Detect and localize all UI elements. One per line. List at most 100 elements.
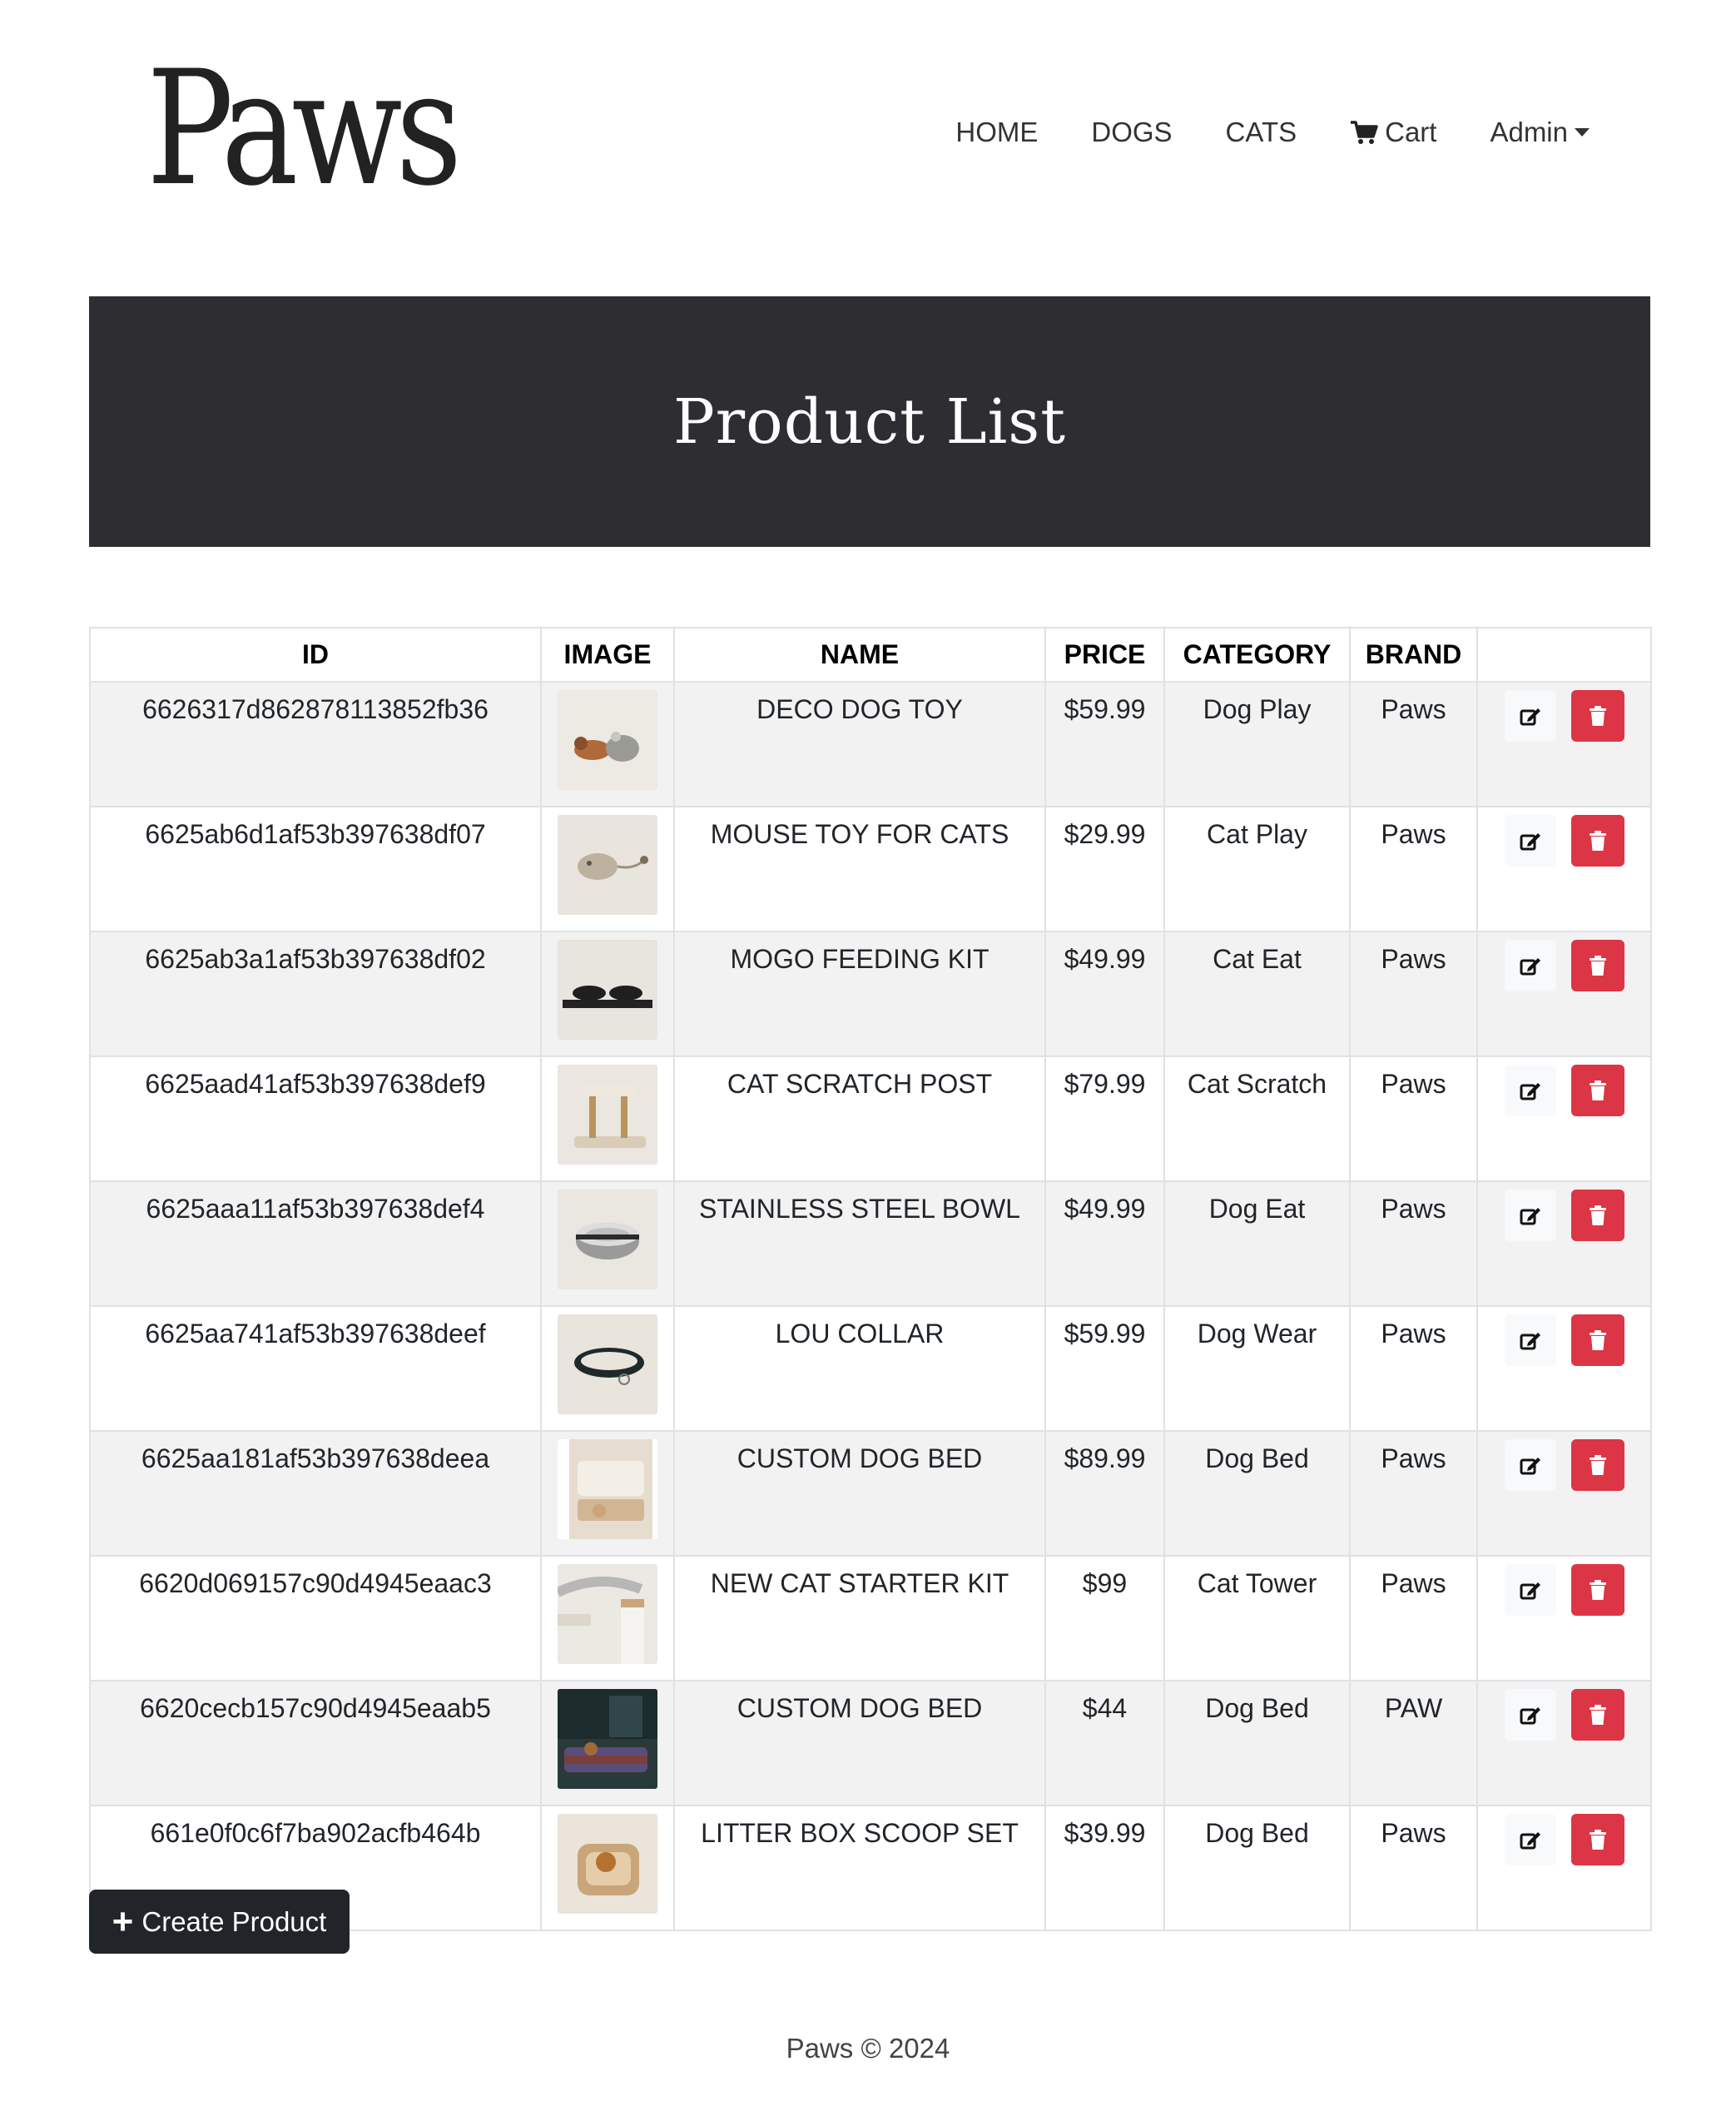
cell-actions (1476, 806, 1652, 932)
cell-category: Dog Play (1163, 681, 1351, 807)
trash-icon (1589, 956, 1606, 976)
column-header-brand: BRAND (1349, 627, 1478, 683)
nav-dogs[interactable]: DOGS (1091, 117, 1172, 148)
cell-id: 6625aa741af53b397638deef (89, 1305, 542, 1432)
product-thumbnail[interactable] (558, 1190, 657, 1289)
cell-name: CUSTOM DOG BED (673, 1430, 1046, 1557)
table-row: 6620cecb157c90d4945eaab5 CUSTOM DOG BED $4… (89, 1680, 1652, 1806)
edit-icon (1520, 708, 1540, 726)
cell-brand: Paws (1349, 1805, 1478, 1931)
trash-icon (1589, 1205, 1606, 1225)
table-row: 6625aad41af53b397638def9 CAT SCRATCH POST… (89, 1056, 1652, 1182)
trash-icon (1589, 1705, 1606, 1725)
product-thumbnail[interactable] (558, 815, 657, 915)
cell-name: CUSTOM DOG BED (673, 1680, 1046, 1806)
edit-button[interactable] (1504, 815, 1556, 867)
delete-button[interactable] (1570, 1190, 1624, 1241)
nav-cart-label: Cart (1385, 117, 1437, 147)
cell-price: $59.99 (1044, 681, 1165, 807)
footer-text: Paws © 2024 (786, 2033, 950, 2064)
create-product-button[interactable]: + Create Product (89, 1890, 350, 1954)
delete-button[interactable] (1570, 1439, 1624, 1491)
edit-button[interactable] (1504, 1814, 1556, 1865)
cell-actions (1476, 931, 1652, 1057)
cell-actions (1476, 1555, 1652, 1681)
delete-button[interactable] (1570, 815, 1624, 867)
product-table-container: ID IMAGE NAME PRICE CATEGORY BRAND 66263… (89, 627, 1652, 1931)
delete-button[interactable] (1570, 1689, 1624, 1741)
cell-actions (1476, 1805, 1652, 1931)
cell-image (540, 1680, 675, 1806)
cell-name: LOU COLLAR (673, 1305, 1046, 1432)
cell-price: $29.99 (1044, 806, 1165, 932)
cell-id: 6626317d862878113852fb36 (89, 681, 542, 807)
delete-button[interactable] (1570, 940, 1624, 991)
edit-button[interactable] (1504, 1564, 1556, 1616)
trash-icon (1589, 706, 1606, 726)
delete-button[interactable] (1570, 1564, 1624, 1616)
delete-button[interactable] (1570, 690, 1624, 742)
table-header-row: ID IMAGE NAME PRICE CATEGORY BRAND (89, 627, 1652, 683)
edit-icon (1520, 1083, 1540, 1100)
cell-image (540, 1056, 675, 1182)
cell-id: 6620cecb157c90d4945eaab5 (89, 1680, 542, 1806)
delete-button[interactable] (1570, 1065, 1624, 1116)
column-header-price: PRICE (1044, 627, 1165, 683)
delete-button[interactable] (1570, 1314, 1624, 1366)
cell-image (540, 1555, 675, 1681)
product-thumbnail[interactable] (558, 1564, 657, 1664)
product-thumbnail[interactable] (558, 1439, 657, 1539)
nav-admin-dropdown[interactable]: Admin (1490, 117, 1590, 148)
delete-button[interactable] (1570, 1814, 1624, 1865)
edit-button[interactable] (1504, 1689, 1556, 1741)
edit-button[interactable] (1504, 940, 1556, 991)
cell-name: CAT SCRATCH POST (673, 1056, 1046, 1182)
table-row: 6626317d862878113852fb36 DECO DOG TOY $59.… (89, 681, 1652, 807)
edit-button[interactable] (1504, 1190, 1556, 1241)
trash-icon (1589, 1455, 1606, 1475)
cell-category: Cat Tower (1163, 1555, 1351, 1681)
table-row: 6625aa741af53b397638deef LOU COLLAR $59.99… (89, 1305, 1652, 1432)
cell-actions (1476, 1180, 1652, 1307)
cell-name: DECO DOG TOY (673, 681, 1046, 807)
product-thumbnail[interactable] (558, 1065, 657, 1165)
product-thumbnail[interactable] (558, 1689, 657, 1789)
product-thumbnail[interactable] (558, 690, 657, 790)
product-thumbnail[interactable] (558, 940, 657, 1040)
edit-button[interactable] (1504, 1439, 1556, 1491)
page-banner: Product List (89, 296, 1650, 547)
product-thumbnail[interactable] (558, 1314, 657, 1414)
cell-actions (1476, 1680, 1652, 1806)
cell-category: Cat Scratch (1163, 1056, 1351, 1182)
product-thumbnail[interactable] (558, 1814, 657, 1914)
table-row: 6625ab6d1af53b397638df07 MOUSE TOY FOR CA… (89, 806, 1652, 932)
cell-category: Dog Bed (1163, 1805, 1351, 1931)
row-actions (1483, 1190, 1645, 1241)
edit-icon (1520, 958, 1540, 976)
nav-cats[interactable]: CATS (1226, 117, 1297, 148)
edit-button[interactable] (1504, 1314, 1556, 1366)
cell-id: 6625ab6d1af53b397638df07 (89, 806, 542, 932)
cell-image (540, 1430, 675, 1557)
nav-cart[interactable]: Cart (1350, 117, 1436, 148)
row-actions (1483, 1564, 1645, 1616)
nav-admin-label: Admin (1490, 117, 1568, 147)
brand-logo[interactable]: Paws (146, 50, 462, 208)
cell-price: $49.99 (1044, 931, 1165, 1057)
cell-brand: Paws (1349, 931, 1478, 1057)
edit-button[interactable] (1504, 690, 1556, 742)
cell-category: Dog Bed (1163, 1680, 1351, 1806)
row-actions (1483, 690, 1645, 742)
cell-image (540, 1805, 675, 1931)
cell-image (540, 681, 675, 807)
cell-brand: Paws (1349, 1430, 1478, 1557)
cell-actions (1476, 681, 1652, 807)
edit-button[interactable] (1504, 1065, 1556, 1116)
table-row: 6625ab3a1af53b397638df02 MOGO FEEDING KIT… (89, 931, 1652, 1057)
nav-home[interactable]: HOME (955, 117, 1038, 148)
cell-actions (1476, 1430, 1652, 1557)
cell-category: Dog Bed (1163, 1430, 1351, 1557)
cell-name: NEW CAT STARTER KIT (673, 1555, 1046, 1681)
edit-icon (1520, 1832, 1540, 1850)
edit-icon (1520, 1707, 1540, 1725)
